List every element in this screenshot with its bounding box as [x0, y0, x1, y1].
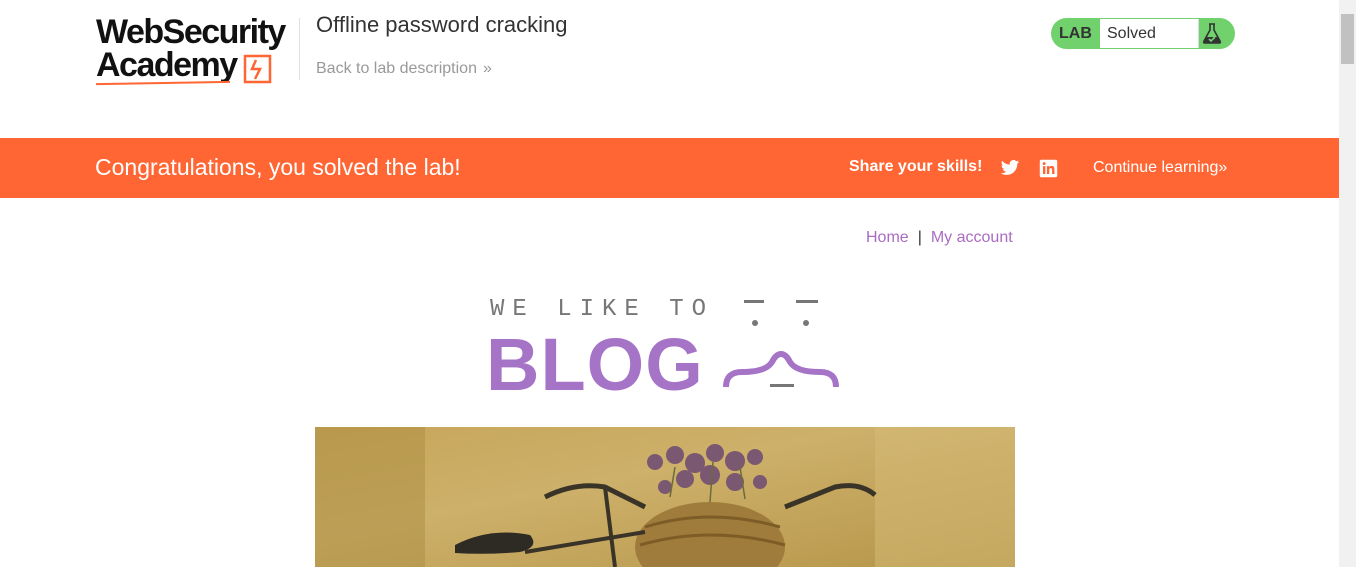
continue-learning-link[interactable]: Continue learning»	[1093, 159, 1227, 177]
lab-status-text: Solved	[1107, 25, 1156, 42]
double-chevron-right-icon: »	[482, 60, 492, 77]
blog-nav: Home | My account	[866, 229, 1013, 247]
flask-icon	[1202, 23, 1222, 44]
my-account-link[interactable]: My account	[931, 229, 1013, 246]
solved-banner: Congratulations, you solved the lab! Sha…	[0, 138, 1339, 198]
lab-status-box: Solved	[1100, 19, 1199, 48]
scrollbar-thumb[interactable]	[1341, 14, 1354, 64]
home-link[interactable]: Home	[866, 229, 909, 246]
web-security-academy-logo[interactable]: WebSecurity Academy	[95, 15, 300, 90]
vertical-scrollbar[interactable]	[1339, 0, 1356, 567]
nav-separator: |	[917, 229, 922, 246]
lab-status-widget: LAB Solved	[1051, 18, 1235, 49]
header-divider	[299, 18, 300, 80]
continue-learning-label: Continue learning	[1093, 159, 1219, 176]
congratulations-message: Congratulations, you solved the lab!	[95, 154, 461, 180]
back-link-label: Back to lab description	[316, 60, 477, 77]
twitter-icon[interactable]	[1000, 158, 1020, 178]
double-chevron-right-icon: »	[1218, 159, 1228, 176]
blog-logo: WE LIKE TO BLOG	[486, 296, 848, 406]
curly-brace-face-icon	[723, 300, 839, 388]
blog-post-image[interactable]	[315, 427, 1015, 567]
blog-logo-tagline: WE LIKE TO	[490, 296, 715, 323]
linkedin-icon[interactable]	[1039, 159, 1058, 178]
logo-lightning-icon	[243, 54, 272, 84]
header: WebSecurity Academy Offline password cra…	[0, 0, 1339, 138]
blog-logo-title: BLOG	[486, 323, 704, 406]
bicycle-flowers-image	[315, 427, 1015, 567]
back-to-lab-description-link[interactable]: Back to lab description »	[316, 60, 492, 78]
share-skills-label: Share your skills!	[849, 158, 983, 175]
lab-badge: LAB	[1059, 25, 1092, 42]
lab-title: Offline password cracking	[316, 12, 568, 37]
